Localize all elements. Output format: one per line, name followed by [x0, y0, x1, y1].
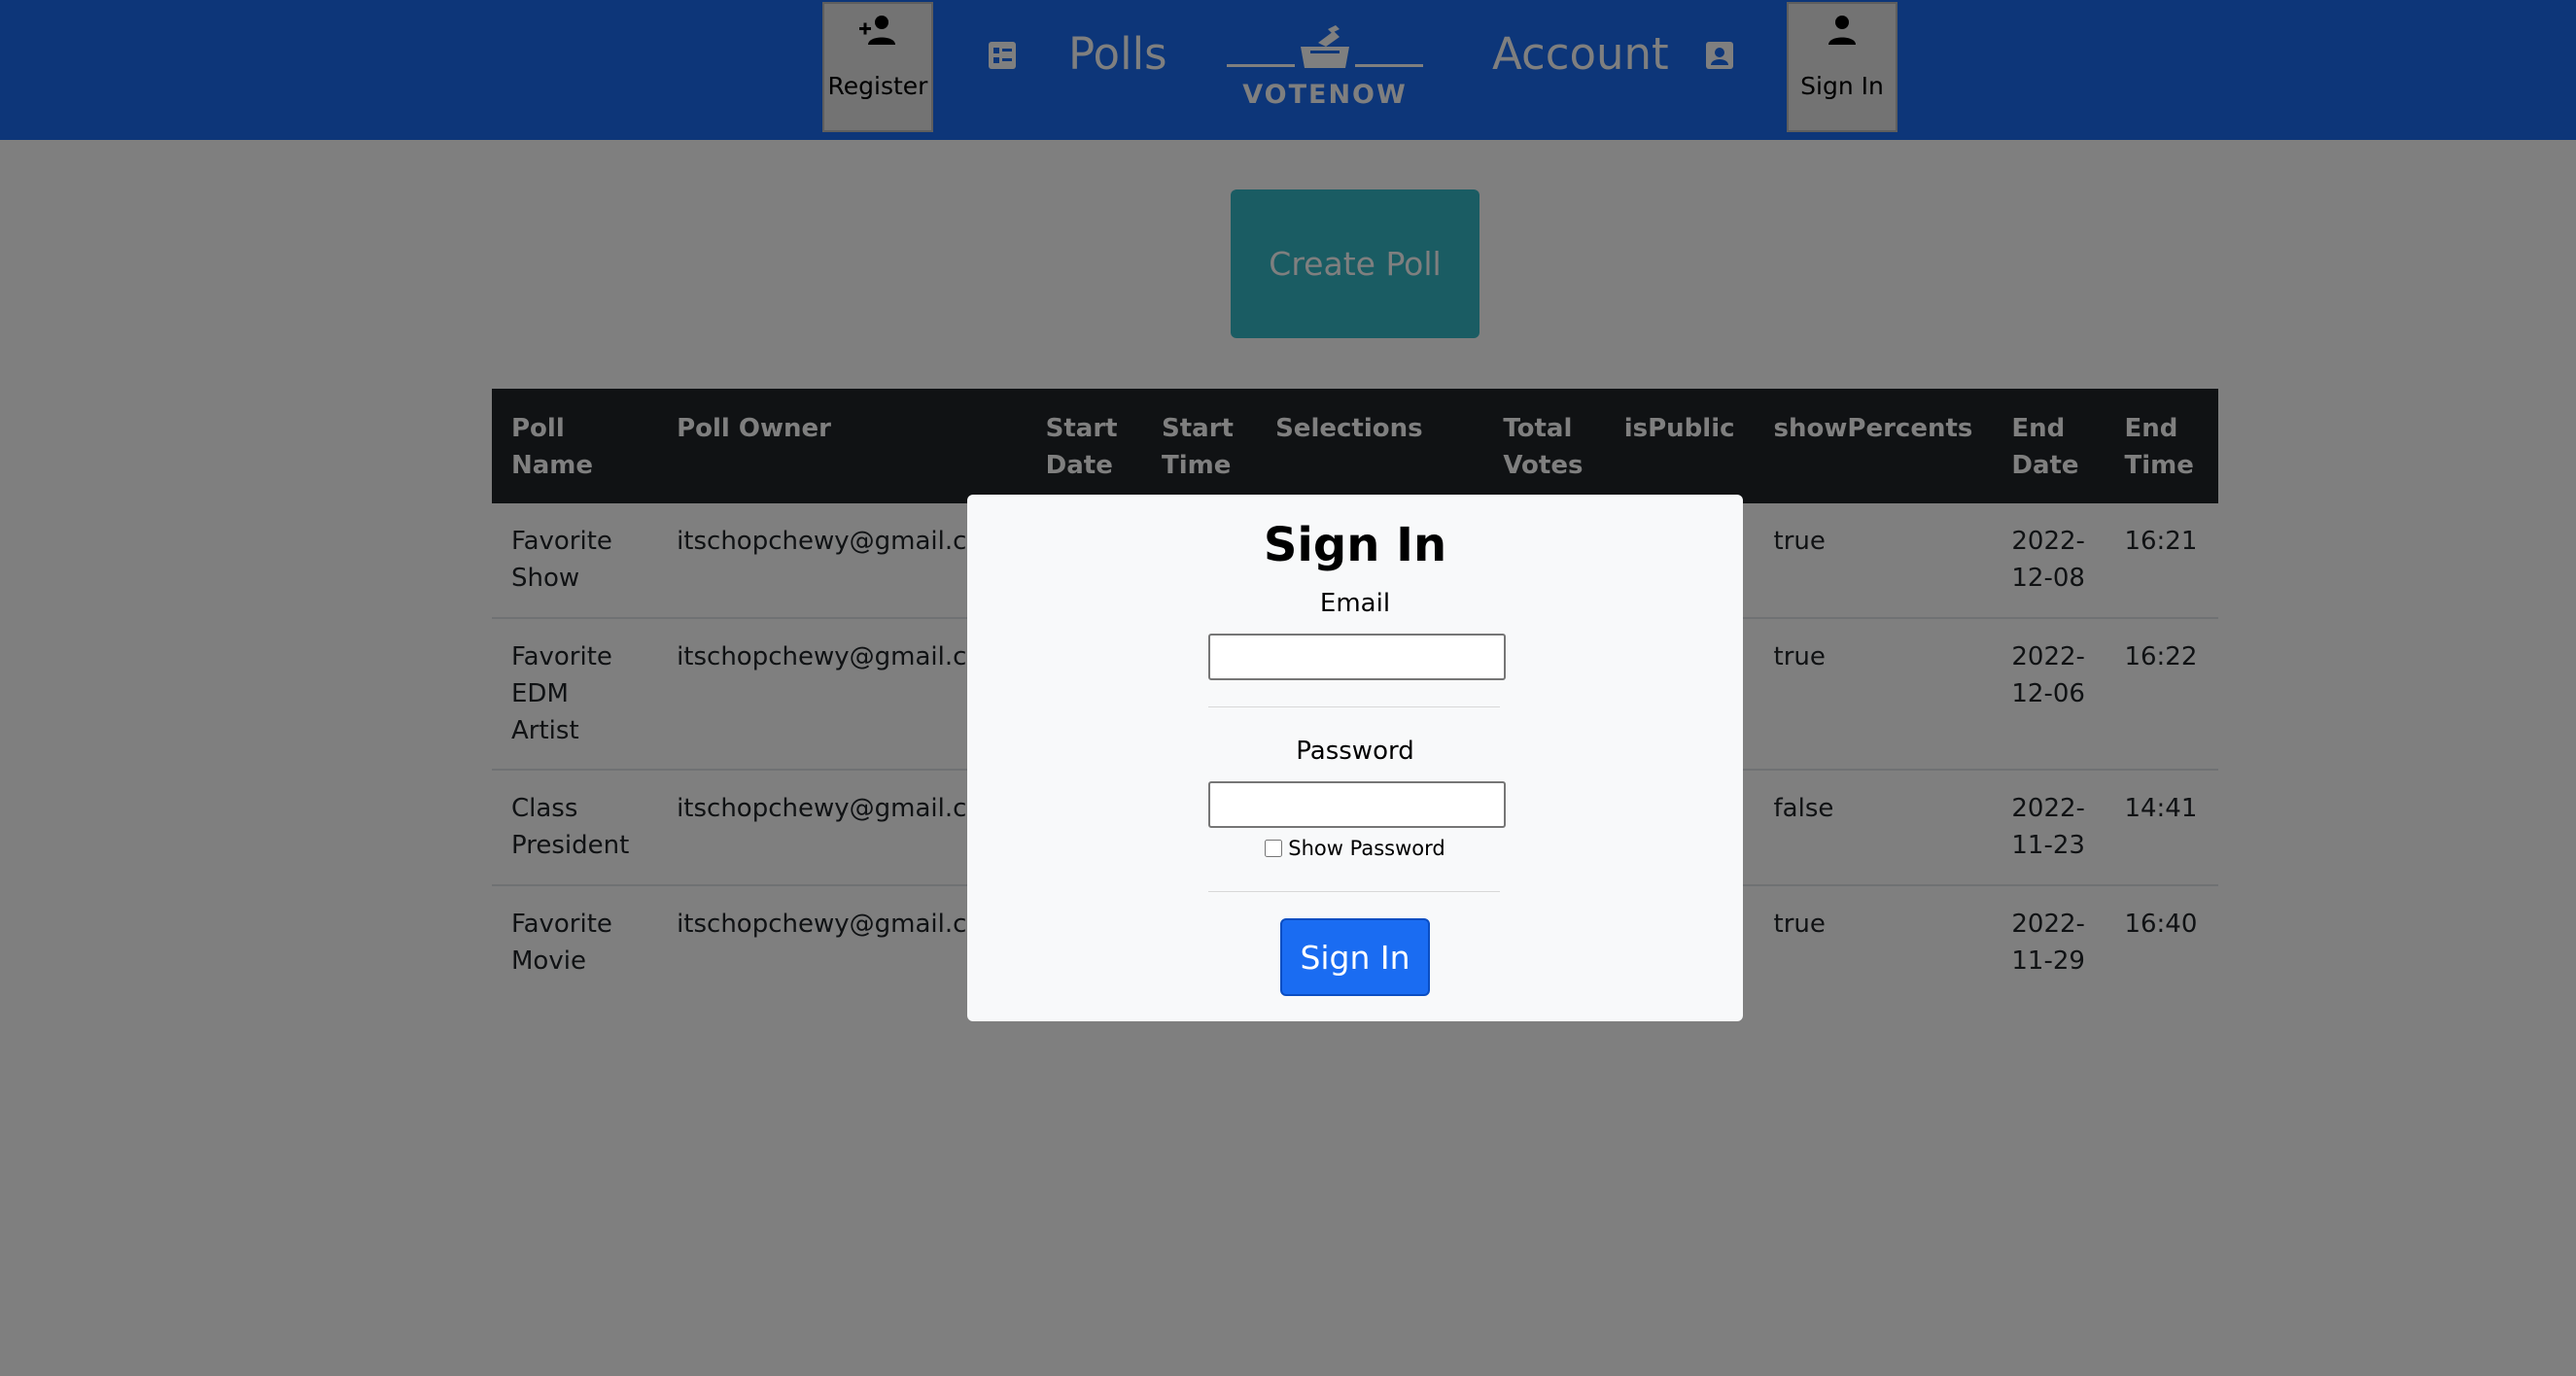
signin-modal: Sign In Email Password Show Password Sig… — [967, 495, 1743, 1021]
divider — [1208, 891, 1500, 892]
signin-submit-button[interactable]: Sign In — [1280, 918, 1430, 996]
show-password-toggle[interactable]: Show Password — [967, 837, 1743, 860]
password-label: Password — [1296, 737, 1414, 766]
show-password-label: Show Password — [1288, 837, 1445, 860]
email-field[interactable] — [1208, 634, 1506, 680]
password-field[interactable] — [1208, 781, 1506, 828]
modal-title: Sign In — [1263, 518, 1447, 572]
divider — [1208, 706, 1500, 707]
show-password-checkbox[interactable] — [1265, 840, 1283, 857]
email-label: Email — [1319, 589, 1391, 618]
